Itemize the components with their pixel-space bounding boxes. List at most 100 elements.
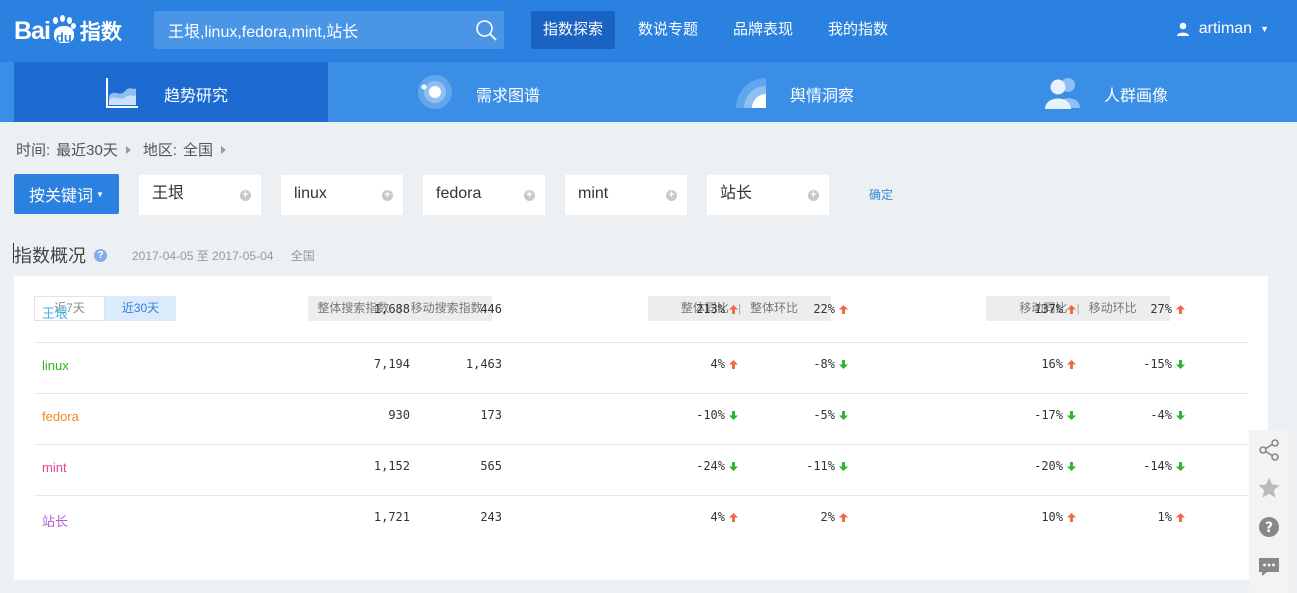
tab-sentiment-insight[interactable]: 舆情洞察: [642, 62, 956, 122]
chevron-down-icon: ▼: [1260, 24, 1269, 34]
keyword-name[interactable]: 王垠: [42, 303, 68, 322]
star-icon[interactable]: [1257, 476, 1281, 500]
mobile-search-index: 565: [480, 459, 502, 473]
mobile-yoy-value-text: -20%: [1034, 459, 1063, 473]
overall-mom-value-text: 2%: [820, 510, 835, 524]
search-input[interactable]: [154, 11, 464, 49]
keyword-text: linux: [294, 185, 327, 202]
keyword-input-5[interactable]: 站长 +: [707, 175, 829, 215]
keyword-input-1[interactable]: 王垠 +: [139, 175, 261, 215]
overall-yoy-value: 213%: [696, 302, 738, 316]
caret-right-icon: [125, 145, 131, 154]
overall-mom-value-text: -11%: [806, 459, 835, 473]
confirm-button[interactable]: 确定: [869, 186, 893, 203]
table-row: linux 7,194 1,463 4% -8% 16% -15%: [34, 343, 1248, 394]
mobile-mom-value: 27%: [1150, 302, 1185, 316]
paw-icon: du: [51, 15, 77, 45]
overall-search-index: 1,688: [374, 302, 410, 316]
mobile-mom-value-text: -4%: [1150, 408, 1172, 422]
help-icon[interactable]: ?: [94, 248, 107, 262]
overall-search-index-text: 1,721: [373, 510, 410, 524]
arrow-down-icon: [1176, 462, 1185, 471]
search-box: [154, 11, 504, 49]
mobile-search-index: 446: [480, 302, 502, 316]
keyword-mode-label: 按关键词: [29, 188, 94, 205]
arrow-down-icon: [729, 462, 738, 471]
sentiment-icon: [736, 78, 766, 108]
side-toolbar: ?: [1249, 430, 1289, 593]
mobile-yoy-value-text: 137%: [1034, 302, 1063, 316]
user-menu[interactable]: artiman ▼: [1176, 20, 1269, 38]
mobile-search-index: 1,463: [466, 357, 502, 371]
tab-trend-research-label: 趋势研究: [164, 88, 229, 105]
arrow-up-icon: [729, 513, 738, 522]
sub-nav: 趋势研究 需求图谱 舆情洞察 人群画像: [0, 62, 1297, 122]
nav-my-index[interactable]: 我的指数: [816, 11, 900, 49]
table-row: mint 1,152 565 -24% -11% -20% -14%: [34, 445, 1248, 496]
add-compare-icon[interactable]: +: [382, 190, 393, 201]
search-icon[interactable]: [474, 18, 498, 42]
trend-chart-icon: [106, 78, 138, 108]
filter-bar: 时间: 最近30天 地区: 全国: [16, 139, 238, 160]
chevron-down-icon: ▼: [96, 189, 104, 199]
overall-yoy-value: -10%: [696, 408, 738, 422]
mobile-yoy-value: 16%: [1041, 357, 1076, 371]
add-compare-icon[interactable]: +: [666, 190, 677, 201]
baidu-index-logo[interactable]: Bai du 指数: [14, 12, 122, 50]
demand-graph-icon: [418, 75, 452, 109]
keyword-text: 站长: [720, 185, 753, 202]
tab-crowd-portrait[interactable]: 人群画像: [956, 62, 1270, 122]
keyword-input-4[interactable]: mint +: [565, 175, 687, 215]
add-compare-icon[interactable]: +: [808, 190, 819, 201]
keyword-text: fedora: [436, 185, 482, 202]
arrow-up-icon: [1176, 305, 1185, 314]
nav-index-explore[interactable]: 指数探索: [531, 11, 616, 49]
keyword-text: mint: [578, 185, 609, 202]
arrow-down-icon: [1176, 360, 1185, 369]
mobile-yoy-value: -17%: [1034, 408, 1076, 422]
mobile-yoy-value: 10%: [1041, 510, 1076, 524]
time-selector[interactable]: 最近30天: [56, 139, 118, 160]
mobile-search-index-text: 1,463: [465, 357, 502, 371]
tab-trend-research[interactable]: 趋势研究: [14, 62, 328, 122]
overall-search-index-text: 930: [388, 408, 410, 422]
keyword-input-2[interactable]: linux +: [281, 175, 403, 215]
arrow-down-icon: [729, 411, 738, 420]
mobile-mom-value: -4%: [1150, 408, 1185, 422]
keyword-name[interactable]: 站长: [42, 511, 68, 530]
time-label: 时间:: [16, 142, 51, 159]
tab-sentiment-insight-label: 舆情洞察: [790, 88, 855, 105]
overall-yoy-value-text: 213%: [696, 302, 725, 316]
keyword-name[interactable]: fedora: [42, 409, 79, 424]
overview-region: 全国: [290, 249, 315, 263]
overall-yoy-value-text: 4%: [710, 357, 725, 371]
tab-demand-graph[interactable]: 需求图谱: [328, 62, 642, 122]
overall-search-index: 930: [388, 408, 410, 422]
logo-zhi-text: 指数: [79, 21, 122, 44]
help-icon[interactable]: ?: [1257, 515, 1281, 539]
overall-mom-value: 2%: [821, 510, 848, 524]
add-compare-icon[interactable]: +: [240, 190, 251, 201]
overall-search-index-text: 1,688: [373, 302, 410, 316]
arrow-up-icon: [1067, 360, 1076, 369]
keyword-input-3[interactable]: fedora +: [423, 175, 545, 215]
keyword-name[interactable]: mint: [42, 460, 67, 475]
mobile-mom-value-text: -15%: [1143, 357, 1172, 371]
nav-data-topics[interactable]: 数说专题: [626, 11, 710, 49]
nav-brand-performance[interactable]: 品牌表现: [721, 11, 805, 49]
region-selector[interactable]: 全国: [183, 139, 213, 160]
overview-title-text: 指数概况: [14, 246, 86, 266]
overall-yoy-value: 4%: [711, 510, 738, 524]
overview-meta: 2017-04-05 至 2017-05-04 全国: [132, 247, 315, 264]
keyword-text: 王垠: [152, 185, 185, 202]
share-icon[interactable]: [1257, 438, 1281, 462]
keyword-name[interactable]: linux: [42, 358, 69, 373]
keyword-mode-button[interactable]: 按关键词 ▼: [14, 174, 119, 214]
logo-text: Bai: [14, 16, 51, 45]
arrow-up-icon: [1067, 305, 1076, 314]
feedback-icon[interactable]: [1257, 555, 1281, 579]
top-bar: Bai du 指数 指数探索 数说专题 品牌表现 我的指数 artiman ▼: [0, 0, 1297, 62]
overall-search-index: 7,194: [374, 357, 410, 371]
arrow-down-icon: [839, 411, 848, 420]
add-compare-icon[interactable]: +: [524, 190, 535, 201]
